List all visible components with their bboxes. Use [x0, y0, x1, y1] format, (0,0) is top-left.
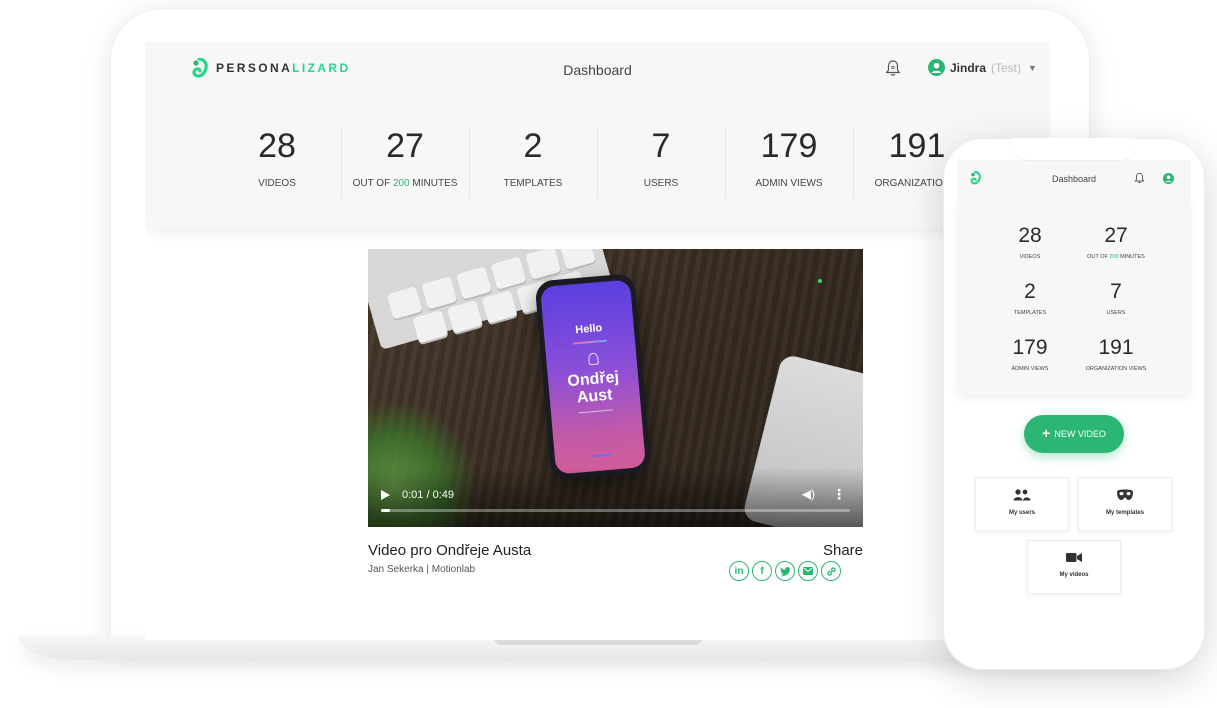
stat-value: 2	[1024, 280, 1036, 303]
plus-icon: +	[1042, 425, 1051, 441]
mobile-stat-videos: 28 VIDEOS	[987, 224, 1073, 260]
video-camera-icon	[1066, 553, 1082, 562]
stat-label: VIDEOS	[1019, 254, 1041, 260]
mobile-mockup: Dashboard 28 VIDEOS 27 OUT OF 200 MINUTE…	[943, 138, 1205, 670]
bell-icon[interactable]	[1134, 172, 1145, 184]
stat-label: TEMPLATES	[1013, 310, 1047, 316]
user-note: (Test)	[991, 60, 1022, 75]
video-author: Jan Sekerka | Motionlab	[368, 564, 476, 575]
mobile-stat-users: 7 USERS	[1073, 280, 1159, 316]
bell-icon[interactable]	[885, 59, 901, 77]
mobile-page-title: Dashboard	[1051, 174, 1097, 184]
user-menu[interactable]: Jindra (Test) ▼	[928, 59, 1037, 76]
stat-templates: 2 TEMPLATES	[469, 126, 597, 198]
twitter-icon[interactable]	[775, 561, 795, 581]
mobile-top-bar: Dashboard	[957, 160, 1191, 198]
video-progress-bar[interactable]	[381, 509, 850, 512]
stat-label: ADMIN VIEWS	[755, 178, 823, 189]
stats-panel: 28 VIDEOS 27 OUT OF 200 MINUTES 2 TEMPLA…	[145, 98, 1050, 228]
top-bar: PERSONALIZARD Dashboard Jindra (Test) ▼	[145, 42, 1050, 98]
tile-label: My templates	[1105, 510, 1144, 516]
stat-users: 7 USERS	[597, 126, 725, 198]
stat-label: ADMIN VIEWS	[1011, 366, 1049, 372]
phone-divider	[579, 409, 613, 414]
mobile-stats-panel: 28 VIDEOS 27 OUT OF 200 MINUTES 2 TEMPLA…	[957, 198, 1191, 394]
link-icon[interactable]	[821, 561, 841, 581]
mobile-stat-organization-views: 191 ORGANIZATION VIEWS	[1073, 336, 1159, 372]
stat-label-pre: OUT OF	[1087, 254, 1110, 260]
phone-name-text: Ondřej Aust	[566, 368, 620, 407]
page-title: Dashboard	[563, 62, 632, 78]
stat-value: 28	[1018, 224, 1042, 247]
chevron-down-icon: ▼	[1028, 62, 1037, 73]
phone-hello-text: Hello	[574, 322, 603, 337]
stat-admin-views: 179 ADMIN VIEWS	[725, 126, 853, 198]
stat-value: 28	[258, 127, 296, 165]
stat-label-post: MINUTES	[1118, 254, 1145, 260]
stat-label: USERS	[643, 178, 679, 189]
stat-label-highlight: 200	[1109, 254, 1119, 260]
tile-label: My users	[1008, 510, 1035, 516]
my-videos-tile[interactable]: My videos	[1027, 540, 1121, 594]
stat-label: ORGANIZATION VIEWS	[1085, 366, 1147, 372]
desktop-screen: PERSONALIZARD Dashboard Jindra (Test) ▼ …	[145, 42, 1050, 640]
stat-label-highlight: 200	[392, 178, 410, 189]
video-player[interactable]: Hello Ondřej Aust 0:01 / 0:49 ◀) ⋮	[368, 249, 863, 527]
linkedin-icon[interactable]: in	[729, 561, 749, 581]
stat-value: 191	[1098, 336, 1134, 359]
tile-label: My videos	[1059, 572, 1089, 578]
user-name: Jindra	[950, 60, 987, 75]
users-icon	[1013, 489, 1031, 501]
stat-label: USERS	[1106, 310, 1126, 316]
share-label: Share	[822, 542, 863, 559]
stat-label: VIDEOS	[258, 178, 296, 189]
my-users-tile[interactable]: My users	[975, 477, 1069, 531]
stat-minutes: 27 OUT OF 200 MINUTES	[341, 126, 469, 198]
person-icon	[587, 352, 599, 366]
stat-value: 27	[386, 127, 424, 165]
user-avatar-icon	[928, 59, 945, 76]
mobile-stat-templates: 2 TEMPLATES	[987, 280, 1073, 316]
stat-value: 179	[760, 127, 818, 165]
led-light	[818, 279, 822, 283]
video-progress-fill	[381, 509, 391, 512]
volume-icon[interactable]: ◀)	[802, 487, 815, 501]
phone-image-screen: Hello Ondřej Aust	[539, 279, 647, 475]
stat-value: 7	[1110, 280, 1122, 303]
video-controls: 0:01 / 0:49 ◀) ⋮	[368, 467, 863, 527]
stat-label: OUT OF 200 MINUTES	[341, 178, 469, 189]
play-icon[interactable]	[381, 490, 390, 500]
mobile-stat-minutes: 27 OUT OF 200 MINUTES	[1073, 224, 1159, 260]
stat-label: OUT OF 200 MINUTES	[1073, 254, 1159, 260]
stat-label: TEMPLATES	[503, 178, 563, 189]
my-templates-tile[interactable]: My templates	[1078, 477, 1172, 531]
email-icon[interactable]	[798, 561, 818, 581]
new-video-label: NEW VIDEO	[1054, 429, 1106, 439]
mobile-stat-admin-views: 179 ADMIN VIEWS	[987, 336, 1073, 372]
video-title: Video pro Ondřeje Austa	[368, 542, 532, 559]
more-options-icon[interactable]: ⋮	[832, 486, 846, 503]
video-time: 0:01 / 0:49	[402, 489, 454, 501]
stat-value: 179	[1012, 336, 1048, 359]
phone-notch	[1013, 138, 1135, 160]
new-video-button[interactable]: + NEW VIDEO	[1024, 415, 1124, 453]
facebook-icon[interactable]: f	[752, 561, 772, 581]
stat-label-pre: OUT OF	[352, 178, 393, 189]
stat-videos: 28 VIDEOS	[213, 126, 341, 189]
stat-value: 27	[1104, 224, 1128, 247]
phone-divider	[572, 339, 607, 345]
phone-home-bar	[592, 453, 611, 458]
user-avatar-icon[interactable]	[1163, 173, 1174, 184]
phone-image: Hello Ondřej Aust	[534, 273, 652, 481]
stat-value: 2	[523, 127, 543, 165]
stat-value: 7	[651, 127, 671, 165]
stat-label-post: MINUTES	[409, 178, 458, 189]
share-icons: in f	[729, 561, 841, 581]
mask-icon	[1117, 489, 1133, 500]
